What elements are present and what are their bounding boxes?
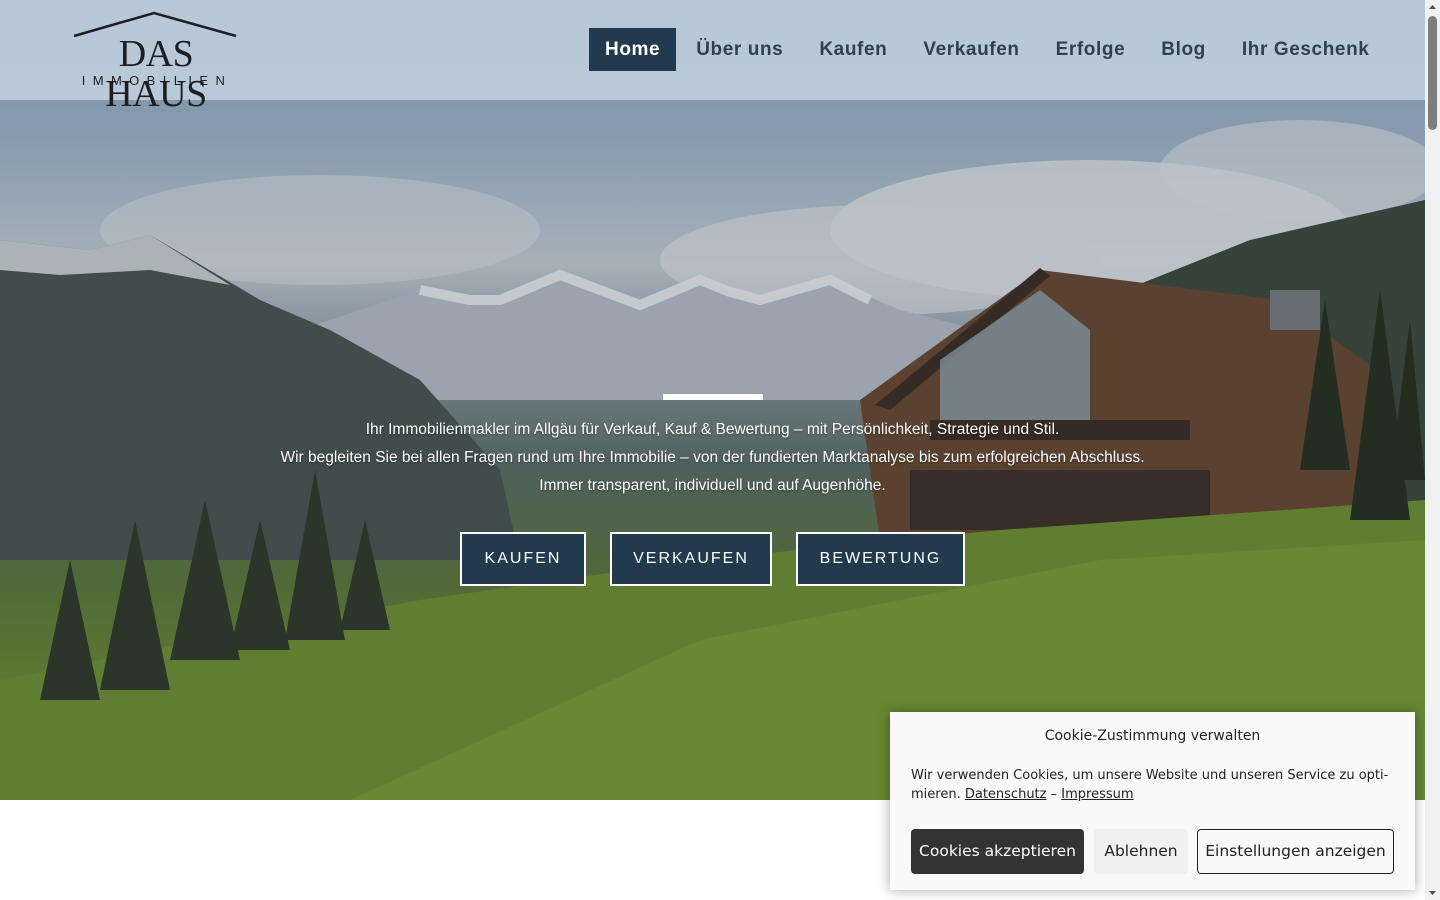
nav-item-verkaufen[interactable]: Verkaufen	[907, 28, 1035, 71]
nav-item-home[interactable]: Home	[589, 28, 677, 71]
verkaufen-button[interactable]: VERKAUFEN	[610, 532, 772, 586]
nav-item-ihr-geschenk[interactable]: Ihr Geschenk	[1226, 28, 1386, 71]
site-header: DAS HAUS IMMOBILIEN Home Über uns Kaufen…	[0, 0, 1425, 114]
cookie-consent-banner: Cookie-Zustimmung verwalten Wir verwende…	[890, 712, 1415, 890]
scroll-up-arrow-icon[interactable]	[1425, 0, 1440, 14]
cookie-banner-text: Wir verwenden Cookies, um unsere Website…	[911, 766, 1401, 804]
nav-item-erfolge[interactable]: Erfolge	[1040, 28, 1142, 71]
privacy-link[interactable]: Datenschutz	[965, 787, 1047, 802]
bewertung-button[interactable]: BEWERTUNG	[796, 532, 965, 586]
hero-intro-text: Ihr Immobilienmakler im Allgäu für Verka…	[200, 416, 1225, 500]
hero-line-3: Immer transparent, individuell und auf A…	[539, 477, 886, 494]
site-logo[interactable]: DAS HAUS IMMOBILIEN	[72, 10, 240, 114]
cookie-text-line-1: Wir verwenden Cookies, um unsere Website…	[911, 768, 1389, 783]
cookie-banner-title: Cookie-Zustimmung verwalten	[1044, 728, 1261, 744]
imprint-link[interactable]: Impressum	[1061, 787, 1133, 802]
nav-item-ueber-uns[interactable]: Über uns	[680, 28, 799, 71]
accept-cookies-button[interactable]: Cookies akzeptieren	[911, 829, 1084, 874]
scroll-down-arrow-icon[interactable]	[1425, 886, 1440, 900]
hero-section	[0, 0, 1425, 800]
cookie-link-separator: –	[1050, 787, 1058, 802]
nav-item-kaufen[interactable]: Kaufen	[803, 28, 903, 71]
main-navigation: Home Über uns Kaufen Verkaufen Erfolge B…	[589, 28, 1389, 71]
cookie-text-line-2: mieren.	[911, 787, 961, 802]
hero-divider	[663, 394, 763, 400]
nav-item-blog[interactable]: Blog	[1145, 28, 1222, 71]
hero-overlay	[0, 0, 1425, 800]
hero-line-1: Ihr Immobilienmakler im Allgäu für Verka…	[365, 421, 1060, 438]
hero-line-2: Wir begleiten Sie bei allen Fragen rund …	[280, 449, 1145, 466]
logo-subtitle: IMMOBILIEN	[81, 73, 233, 88]
kaufen-button[interactable]: KAUFEN	[460, 532, 586, 586]
scrollbar-thumb[interactable]	[1428, 16, 1437, 130]
deny-cookies-button[interactable]: Ablehnen	[1094, 829, 1188, 874]
page-scrollbar[interactable]	[1425, 0, 1440, 900]
cookie-settings-button[interactable]: Einstellungen anzeigen	[1197, 829, 1394, 874]
